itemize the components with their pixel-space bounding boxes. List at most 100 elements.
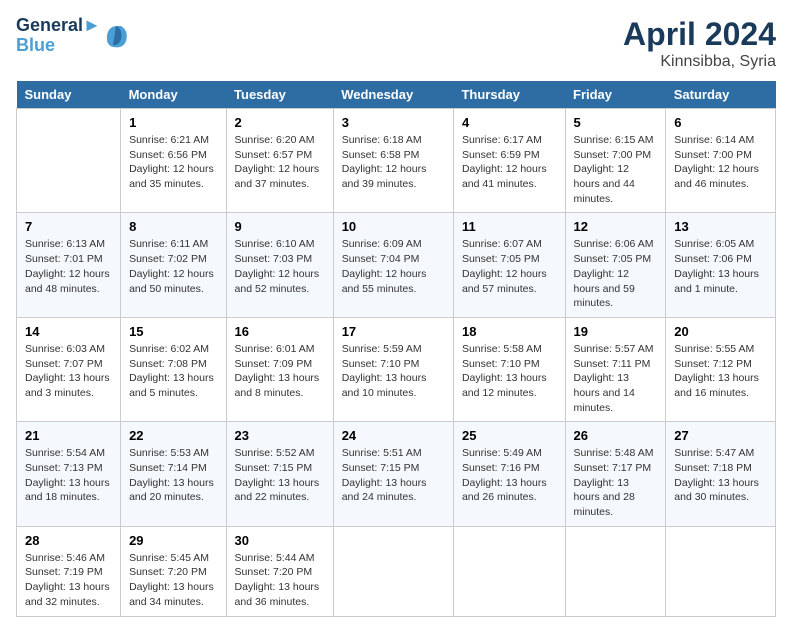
- day-info: Sunrise: 6:18 AMSunset: 6:58 PMDaylight:…: [342, 133, 445, 192]
- calendar-cell: 8 Sunrise: 6:11 AMSunset: 7:02 PMDaylight…: [121, 213, 226, 317]
- day-info: Sunrise: 6:14 AMSunset: 7:00 PMDaylight:…: [674, 133, 767, 192]
- calendar-cell: 13Sunrise: 6:05 AMSunset: 7:06 PMDayligh…: [666, 213, 776, 317]
- logo-text: General► Blue: [16, 16, 101, 56]
- calendar-cell: 30 Sunrise: 5:44 AMSunset: 7:20 PMDayligh…: [226, 526, 333, 616]
- day-info: Sunrise: 5:47 AMSunset: 7:18 PMDaylight:…: [674, 446, 767, 505]
- day-info: Sunrise: 6:06 AMSunset: 7:05 PMDaylight:…: [574, 237, 658, 310]
- day-info: Sunrise: 6:21 AMSunset: 6:56 PMDaylight:…: [129, 133, 217, 192]
- calendar-cell: [453, 526, 565, 616]
- logo-icon: [101, 21, 131, 51]
- calendar-cell: 17 Sunrise: 5:59 AMSunset: 7:10 PMDayligh…: [333, 317, 453, 421]
- day-number: 15: [129, 324, 217, 339]
- title-block: April 2024 Kinnsibba, Syria: [623, 16, 776, 71]
- day-number: 27: [674, 428, 767, 443]
- day-info: Sunrise: 6:10 AMSunset: 7:03 PMDaylight:…: [235, 237, 325, 296]
- day-of-week-header: Thursday: [453, 81, 565, 109]
- day-number: 8: [129, 219, 217, 234]
- day-number: 19: [574, 324, 658, 339]
- day-info: Sunrise: 6:11 AMSunset: 7:02 PMDaylight:…: [129, 237, 217, 296]
- calendar-cell: 22 Sunrise: 5:53 AMSunset: 7:14 PMDayligh…: [121, 422, 226, 526]
- calendar-cell: 28 Sunrise: 5:46 AMSunset: 7:19 PMDayligh…: [17, 526, 121, 616]
- day-number: 20: [674, 324, 767, 339]
- day-of-week-header: Sunday: [17, 81, 121, 109]
- day-number: 7: [25, 219, 112, 234]
- page-header: General► Blue April 2024 Kinnsibba, Syri…: [16, 16, 776, 71]
- day-info: Sunrise: 6:02 AMSunset: 7:08 PMDaylight:…: [129, 342, 217, 401]
- day-info: Sunrise: 5:45 AMSunset: 7:20 PMDaylight:…: [129, 551, 217, 610]
- calendar-cell: 7 Sunrise: 6:13 AMSunset: 7:01 PMDaylight…: [17, 213, 121, 317]
- day-of-week-header: Tuesday: [226, 81, 333, 109]
- calendar-cell: 5 Sunrise: 6:15 AMSunset: 7:00 PMDaylight…: [565, 109, 666, 213]
- day-number: 5: [574, 115, 658, 130]
- day-number: 18: [462, 324, 557, 339]
- calendar-cell: 1 Sunrise: 6:21 AMSunset: 6:56 PMDaylight…: [121, 109, 226, 213]
- day-info: Sunrise: 5:46 AMSunset: 7:19 PMDaylight:…: [25, 551, 112, 610]
- calendar-cell: 16Sunrise: 6:01 AMSunset: 7:09 PMDayligh…: [226, 317, 333, 421]
- calendar-cell: [17, 109, 121, 213]
- day-of-week-header: Monday: [121, 81, 226, 109]
- day-number: 2: [235, 115, 325, 130]
- day-info: Sunrise: 5:59 AMSunset: 7:10 PMDaylight:…: [342, 342, 445, 401]
- day-number: 21: [25, 428, 112, 443]
- calendar-table: SundayMondayTuesdayWednesdayThursdayFrid…: [16, 81, 776, 617]
- calendar-title: April 2024: [623, 16, 776, 53]
- logo: General► Blue: [16, 16, 131, 56]
- day-info: Sunrise: 6:17 AMSunset: 6:59 PMDaylight:…: [462, 133, 557, 192]
- calendar-cell: 25 Sunrise: 5:49 AMSunset: 7:16 PMDayligh…: [453, 422, 565, 526]
- calendar-cell: 2 Sunrise: 6:20 AMSunset: 6:57 PMDaylight…: [226, 109, 333, 213]
- day-number: 9: [235, 219, 325, 234]
- day-of-week-header: Saturday: [666, 81, 776, 109]
- day-number: 1: [129, 115, 217, 130]
- calendar-cell: [565, 526, 666, 616]
- day-number: 3: [342, 115, 445, 130]
- calendar-cell: 15 Sunrise: 6:02 AMSunset: 7:08 PMDayligh…: [121, 317, 226, 421]
- day-info: Sunrise: 6:03 AMSunset: 7:07 PMDaylight:…: [25, 342, 112, 401]
- day-info: Sunrise: 6:09 AMSunset: 7:04 PMDaylight:…: [342, 237, 445, 296]
- day-info: Sunrise: 5:48 AMSunset: 7:17 PMDaylight:…: [574, 446, 658, 519]
- calendar-cell: 24 Sunrise: 5:51 AMSunset: 7:15 PMDayligh…: [333, 422, 453, 526]
- calendar-cell: 12 Sunrise: 6:06 AMSunset: 7:05 PMDayligh…: [565, 213, 666, 317]
- calendar-cell: 14 Sunrise: 6:03 AMSunset: 7:07 PMDayligh…: [17, 317, 121, 421]
- calendar-cell: 23Sunrise: 5:52 AMSunset: 7:15 PMDayligh…: [226, 422, 333, 526]
- day-number: 12: [574, 219, 658, 234]
- calendar-cell: 19 Sunrise: 5:57 AMSunset: 7:11 PMDayligh…: [565, 317, 666, 421]
- calendar-cell: 21 Sunrise: 5:54 AMSunset: 7:13 PMDayligh…: [17, 422, 121, 526]
- day-of-week-header: Friday: [565, 81, 666, 109]
- day-info: Sunrise: 6:13 AMSunset: 7:01 PMDaylight:…: [25, 237, 112, 296]
- day-info: Sunrise: 5:51 AMSunset: 7:15 PMDaylight:…: [342, 446, 445, 505]
- day-number: 17: [342, 324, 445, 339]
- day-number: 6: [674, 115, 767, 130]
- calendar-cell: 29 Sunrise: 5:45 AMSunset: 7:20 PMDayligh…: [121, 526, 226, 616]
- day-number: 29: [129, 533, 217, 548]
- calendar-cell: 3 Sunrise: 6:18 AMSunset: 6:58 PMDaylight…: [333, 109, 453, 213]
- day-info: Sunrise: 5:58 AMSunset: 7:10 PMDaylight:…: [462, 342, 557, 401]
- calendar-cell: [333, 526, 453, 616]
- day-info: Sunrise: 5:57 AMSunset: 7:11 PMDaylight:…: [574, 342, 658, 415]
- day-number: 13: [674, 219, 767, 234]
- calendar-cell: 26Sunrise: 5:48 AMSunset: 7:17 PMDayligh…: [565, 422, 666, 526]
- day-info: Sunrise: 6:01 AMSunset: 7:09 PMDaylight:…: [235, 342, 325, 401]
- day-number: 14: [25, 324, 112, 339]
- day-number: 28: [25, 533, 112, 548]
- day-number: 10: [342, 219, 445, 234]
- day-info: Sunrise: 5:54 AMSunset: 7:13 PMDaylight:…: [25, 446, 112, 505]
- day-info: Sunrise: 5:53 AMSunset: 7:14 PMDaylight:…: [129, 446, 217, 505]
- calendar-cell: 10 Sunrise: 6:09 AMSunset: 7:04 PMDayligh…: [333, 213, 453, 317]
- calendar-cell: [666, 526, 776, 616]
- day-info: Sunrise: 6:20 AMSunset: 6:57 PMDaylight:…: [235, 133, 325, 192]
- calendar-cell: 9 Sunrise: 6:10 AMSunset: 7:03 PMDaylight…: [226, 213, 333, 317]
- day-info: Sunrise: 6:07 AMSunset: 7:05 PMDaylight:…: [462, 237, 557, 296]
- day-number: 23: [235, 428, 325, 443]
- calendar-cell: 18 Sunrise: 5:58 AMSunset: 7:10 PMDayligh…: [453, 317, 565, 421]
- calendar-subtitle: Kinnsibba, Syria: [623, 53, 776, 71]
- day-number: 24: [342, 428, 445, 443]
- day-info: Sunrise: 5:55 AMSunset: 7:12 PMDaylight:…: [674, 342, 767, 401]
- day-info: Sunrise: 6:15 AMSunset: 7:00 PMDaylight:…: [574, 133, 658, 206]
- calendar-cell: 6 Sunrise: 6:14 AMSunset: 7:00 PMDaylight…: [666, 109, 776, 213]
- day-info: Sunrise: 5:44 AMSunset: 7:20 PMDaylight:…: [235, 551, 325, 610]
- day-info: Sunrise: 5:49 AMSunset: 7:16 PMDaylight:…: [462, 446, 557, 505]
- day-number: 22: [129, 428, 217, 443]
- day-number: 25: [462, 428, 557, 443]
- day-number: 30: [235, 533, 325, 548]
- day-of-week-header: Wednesday: [333, 81, 453, 109]
